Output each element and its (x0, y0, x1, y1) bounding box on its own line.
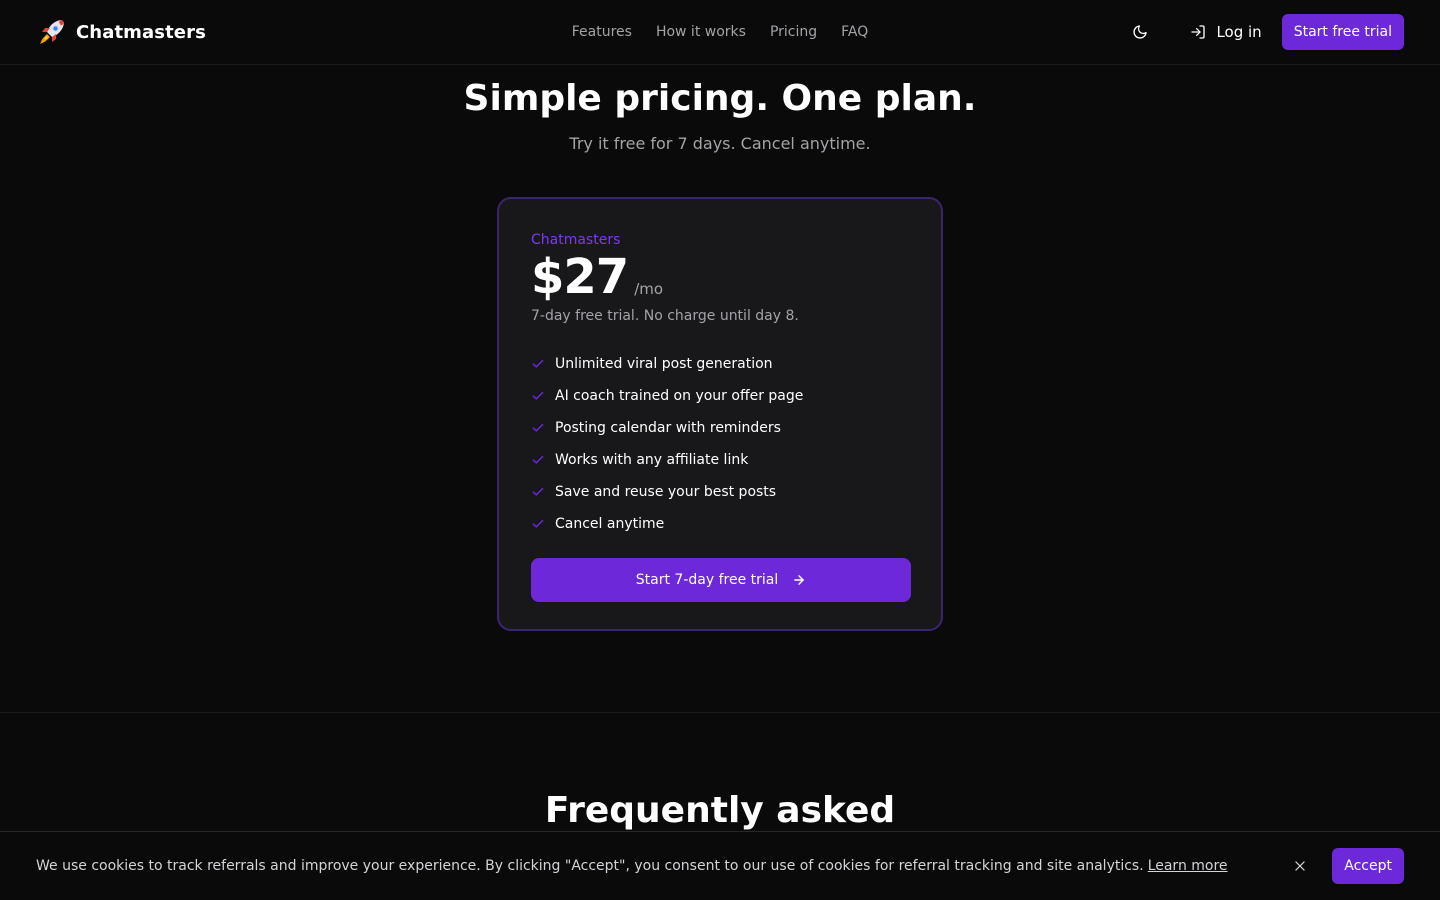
check-icon (532, 487, 544, 496)
feature-label: Cancel anytime (555, 516, 665, 532)
login-button[interactable]: Log in (1178, 14, 1273, 50)
moon-icon (1133, 25, 1148, 39)
feature-label: Works with any affiliate link (555, 452, 749, 468)
pricing-title: Simple pricing. One plan. (463, 78, 977, 119)
faq-title: Frequently asked (544, 790, 896, 831)
cta-label: Start 7-day free trial (635, 572, 779, 588)
theme-toggle-button[interactable] (1122, 14, 1158, 50)
feature-label: Unlimited viral post generation (555, 356, 773, 372)
check-icon (532, 359, 544, 368)
arrow-right-icon (794, 575, 805, 585)
cookie-banner: We use cookies to track referrals and im… (0, 831, 1440, 900)
brand-name: Chatmasters (76, 21, 206, 43)
cookie-message: We use cookies to track referrals and im… (36, 858, 1228, 874)
login-label: Log in (1216, 23, 1262, 41)
close-icon (1295, 861, 1305, 871)
feature-list: Unlimited viral post generation AI coach… (531, 348, 909, 540)
nav-link-how-it-works[interactable]: How it works (656, 24, 746, 40)
price-period: /mo (634, 280, 664, 298)
brand-link[interactable]: Chatmasters (36, 16, 206, 48)
start-trial-cta-button[interactable]: Start 7-day free trial (531, 558, 911, 602)
feature-item: Works with any affiliate link (531, 444, 909, 476)
nav-link-faq[interactable]: FAQ (841, 24, 868, 40)
nav-link-pricing[interactable]: Pricing (770, 24, 817, 40)
trial-note: 7-day free trial. No charge until day 8. (531, 308, 799, 324)
check-icon (532, 423, 544, 432)
plan-price: $27 (531, 249, 629, 305)
feature-label: Posting calendar with reminders (555, 420, 781, 436)
feature-item: AI coach trained on your offer page (531, 380, 909, 412)
pricing-subtitle: Try it free for 7 days. Cancel anytime. (569, 134, 871, 153)
pricing-card: Chatmasters $27 /mo 7-day free trial. No… (497, 197, 943, 631)
plan-name: Chatmasters (531, 232, 621, 248)
header-actions: Log in Start free trial (1122, 14, 1404, 50)
cookie-text: We use cookies to track referrals and im… (36, 858, 1144, 874)
learn-more-link[interactable]: Learn more (1148, 858, 1228, 874)
check-icon (532, 391, 544, 400)
nav-link-features[interactable]: Features (572, 24, 632, 40)
feature-label: AI coach trained on your offer page (555, 388, 804, 404)
check-icon (532, 455, 544, 464)
accept-cookies-button[interactable]: Accept (1332, 848, 1404, 884)
feature-label: Save and reuse your best posts (555, 484, 777, 500)
price-row: $27 /mo (531, 250, 909, 304)
rocket-icon (40, 20, 64, 44)
feature-item: Save and reuse your best posts (531, 476, 909, 508)
cookie-close-button[interactable] (1286, 852, 1314, 880)
feature-item: Unlimited viral post generation (531, 348, 909, 380)
log-in-icon (1191, 25, 1206, 39)
start-free-trial-button[interactable]: Start free trial (1281, 14, 1404, 50)
feature-item: Cancel anytime (531, 508, 909, 540)
feature-item: Posting calendar with reminders (531, 412, 909, 444)
site-header: Chatmasters Features How it works Pricin… (0, 0, 1440, 65)
section-divider (0, 712, 1440, 713)
check-icon (532, 519, 544, 528)
